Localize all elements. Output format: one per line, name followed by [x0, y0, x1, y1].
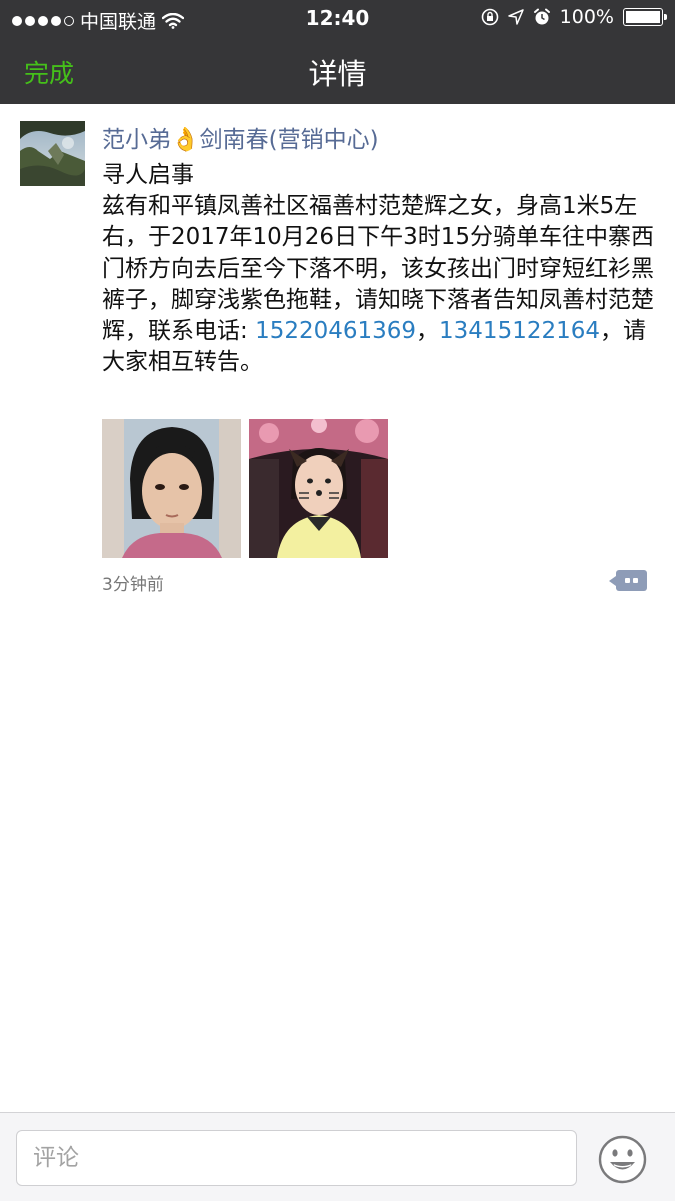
- battery-icon: [623, 8, 667, 26]
- nav-bar: 完成 详情: [0, 36, 675, 104]
- phone-link-2[interactable]: 13415122164: [439, 318, 600, 344]
- battery-percent: 100%: [559, 6, 614, 28]
- location-arrow-icon: [507, 9, 524, 25]
- phone-link-1[interactable]: 15220461369: [255, 318, 416, 344]
- post-title: 寻人启事: [102, 162, 194, 188]
- post-text: 兹有和平镇凤善社区福善村范楚辉之女，身高1米5左右，于2017年10月26日下午…: [102, 191, 662, 378]
- ok-hand-emoji: 👌: [171, 127, 200, 153]
- comment-menu-button[interactable]: [609, 570, 647, 591]
- page-title: 详情: [308, 57, 367, 91]
- author-company: 剑南春(营销中心): [199, 127, 379, 153]
- smiley-face-icon: [598, 1135, 647, 1184]
- photo-thumbnail-2[interactable]: [249, 419, 388, 558]
- comment-input[interactable]: [16, 1130, 577, 1186]
- author-nickname: 范小弟: [102, 127, 171, 153]
- rotation-lock-icon: [481, 8, 498, 26]
- photo-thumbnail-1[interactable]: [102, 419, 241, 558]
- status-bar: 中国联通 12:40 100%: [0, 0, 675, 36]
- post-content: 寻人启事 兹有和平镇凤善社区福善村范楚辉之女，身高1米5左右，于2017年10月…: [102, 160, 662, 378]
- alarm-clock-icon: [533, 8, 550, 25]
- phone-separator: ，: [416, 318, 440, 345]
- avatar[interactable]: [20, 121, 85, 186]
- post-time: 3分钟前: [102, 575, 164, 595]
- status-right: 100%: [481, 6, 667, 28]
- comment-bar: [0, 1112, 675, 1201]
- author-name[interactable]: 范小弟👌剑南春(营销中心): [102, 120, 379, 154]
- photo-grid: [102, 419, 388, 558]
- emoji-button[interactable]: [598, 1135, 647, 1184]
